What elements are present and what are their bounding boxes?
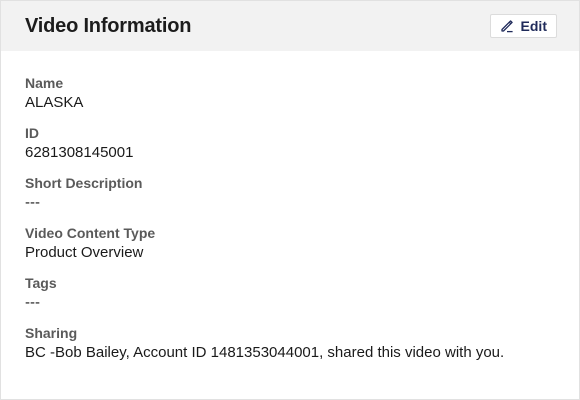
- panel-title: Video Information: [25, 14, 192, 37]
- field-name: Name ALASKA: [25, 75, 555, 113]
- field-tags: Tags ---: [25, 275, 555, 313]
- field-sharing: Sharing BC -Bob Bailey, Account ID 14813…: [25, 325, 555, 363]
- field-label: Name: [25, 75, 64, 91]
- field-value: ALASKA: [25, 94, 84, 111]
- field-label: ID: [25, 125, 39, 141]
- field-label: Video Content Type: [25, 225, 156, 241]
- field-id: ID 6281308145001: [25, 125, 555, 163]
- field-video-content-type: Video Content Type Product Overview: [25, 225, 555, 263]
- field-short-description: Short Description ---: [25, 175, 555, 213]
- field-value: ---: [25, 294, 40, 311]
- video-information-panel: Video Information Edit Name ALASKA ID 62…: [0, 0, 580, 400]
- field-value: 6281308145001: [25, 144, 134, 161]
- field-value: Product Overview: [25, 244, 144, 261]
- field-value: BC -Bob Bailey, Account ID 1481353044001…: [25, 344, 505, 361]
- field-label: Tags: [25, 275, 57, 291]
- field-label: Sharing: [25, 325, 78, 341]
- edit-button[interactable]: Edit: [489, 14, 557, 38]
- edit-button-label: Edit: [520, 18, 547, 34]
- panel-body: Name ALASKA ID 6281308145001 Short Descr…: [1, 51, 579, 363]
- pencil-icon: [500, 19, 514, 33]
- field-value: ---: [25, 194, 40, 211]
- panel-header: Video Information Edit: [1, 1, 579, 51]
- field-label: Short Description: [25, 175, 143, 191]
